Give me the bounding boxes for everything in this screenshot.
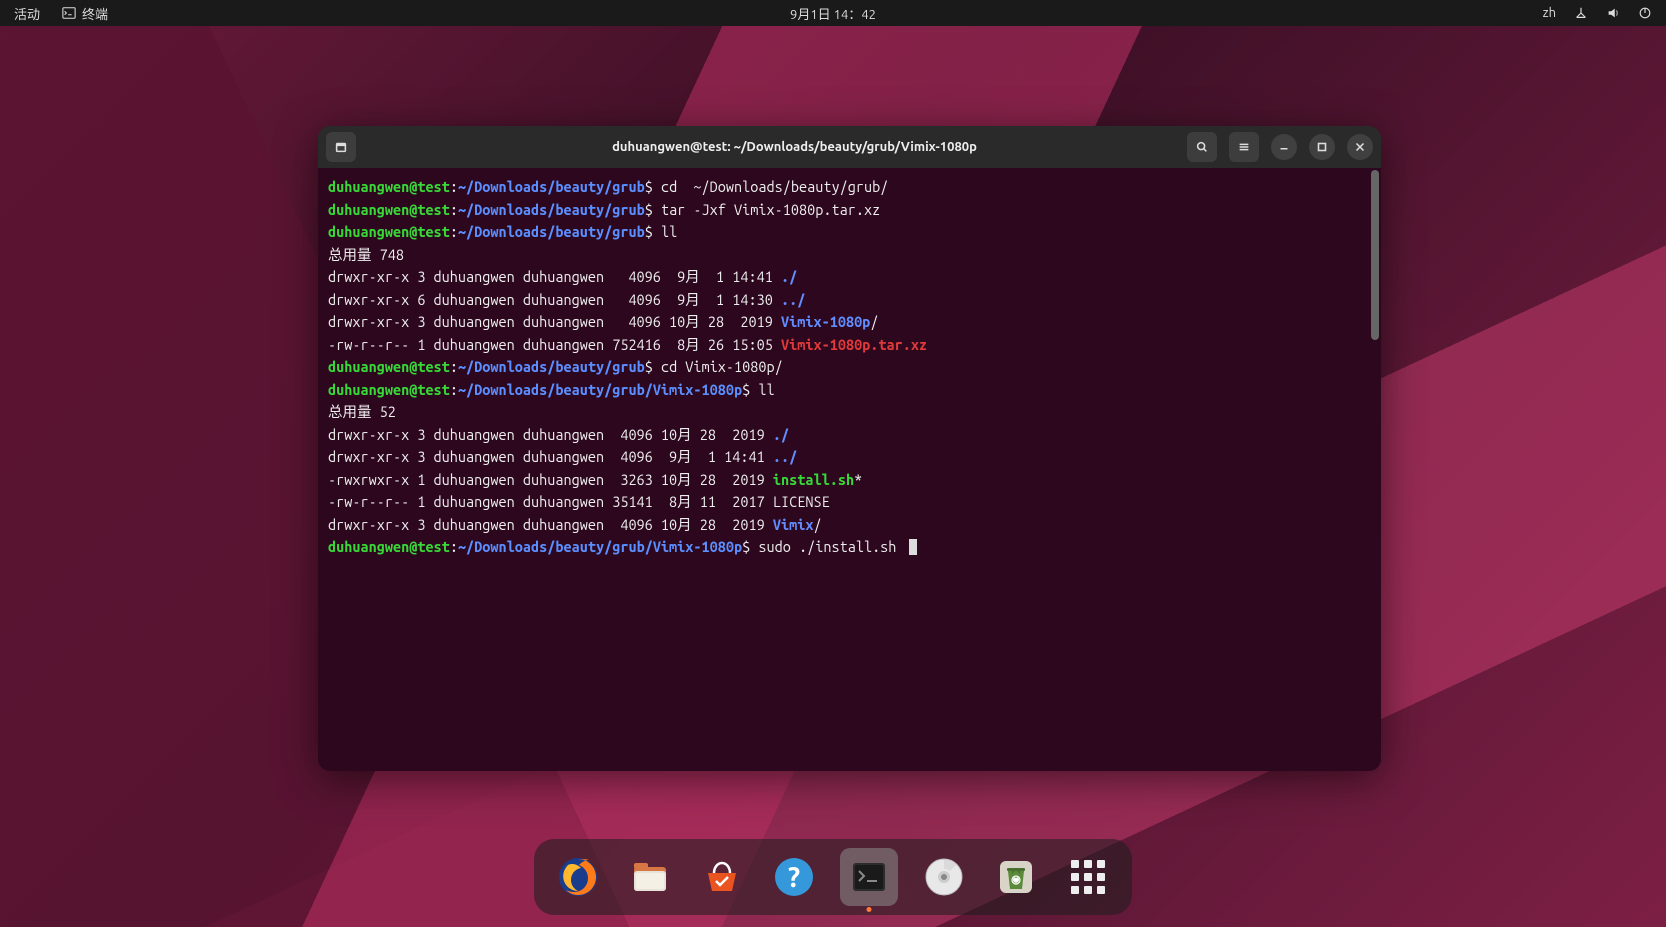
apps-grid-icon [1071, 860, 1105, 894]
maximize-icon [1315, 140, 1329, 154]
help-icon: ? [772, 855, 816, 899]
terminal-scrollbar[interactable] [1371, 170, 1379, 340]
maximize-button[interactable] [1309, 134, 1335, 160]
new-tab-button[interactable] [326, 132, 356, 162]
dock-help[interactable]: ? [768, 851, 820, 903]
clock[interactable]: 9月1日 14：42 [790, 4, 876, 23]
ls-row: drwxr-xr-x 3 duhuangwen duhuangwen 4096 … [328, 311, 1371, 334]
dock-trash[interactable] [990, 851, 1042, 903]
ls-total: 总用量 748 [328, 244, 1371, 267]
menu-button[interactable] [1229, 132, 1259, 162]
current-app-indicator[interactable]: 终端 [62, 4, 108, 23]
current-app-label: 终端 [82, 4, 108, 23]
ls-row: drwxr-xr-x 6 duhuangwen duhuangwen 4096 … [328, 289, 1371, 312]
terminal-content[interactable]: duhuangwen@test:~/Downloads/beauty/grub$… [318, 168, 1381, 771]
dock-files[interactable] [624, 851, 676, 903]
hamburger-icon [1237, 140, 1251, 154]
ls-row: drwxr-xr-x 3 duhuangwen duhuangwen 4096 … [328, 424, 1371, 447]
dock-apps[interactable] [1062, 851, 1114, 903]
svg-text:?: ? [788, 862, 800, 893]
terminal-icon [847, 855, 891, 899]
tab-icon [334, 140, 348, 154]
terminal-app-icon [62, 6, 76, 20]
dock-terminal[interactable] [840, 848, 898, 906]
ls-total: 总用量 52 [328, 401, 1371, 424]
ls-row: -rw-r--r-- 1 duhuangwen duhuangwen 35141… [328, 491, 1371, 514]
minimize-icon [1277, 140, 1291, 154]
ime-indicator[interactable]: zh [1543, 6, 1556, 20]
disc-icon [922, 855, 966, 899]
terminal-cursor [909, 539, 917, 555]
ls-row: drwxr-xr-x 3 duhuangwen duhuangwen 4096 … [328, 266, 1371, 289]
ls-row: drwxr-xr-x 3 duhuangwen duhuangwen 4096 … [328, 446, 1371, 469]
top-panel: 活动 终端 9月1日 14：42 zh [0, 0, 1666, 26]
close-icon [1353, 140, 1367, 154]
ls-row: -rw-r--r-- 1 duhuangwen duhuangwen 75241… [328, 334, 1371, 357]
search-icon [1195, 140, 1209, 154]
minimize-button[interactable] [1271, 134, 1297, 160]
volume-icon[interactable] [1606, 6, 1620, 20]
close-button[interactable] [1347, 134, 1373, 160]
dock-disc[interactable] [918, 851, 970, 903]
software-icon [700, 855, 744, 899]
dock-firefox[interactable] [552, 851, 604, 903]
files-icon [628, 855, 672, 899]
network-icon[interactable] [1574, 6, 1588, 20]
ls-row: -rwxrwxr-x 1 duhuangwen duhuangwen 3263 … [328, 469, 1371, 492]
activities-button[interactable]: 活动 [14, 4, 40, 23]
search-button[interactable] [1187, 132, 1217, 162]
window-titlebar[interactable]: duhuangwen@test: ~/Downloads/beauty/grub… [318, 126, 1381, 168]
ls-row: drwxr-xr-x 3 duhuangwen duhuangwen 4096 … [328, 514, 1371, 537]
trash-icon [994, 855, 1038, 899]
dock: ? [534, 839, 1132, 915]
firefox-icon [556, 855, 600, 899]
dock-software[interactable] [696, 851, 748, 903]
power-icon[interactable] [1638, 6, 1652, 20]
terminal-window: duhuangwen@test: ~/Downloads/beauty/grub… [318, 126, 1381, 771]
window-title: duhuangwen@test: ~/Downloads/beauty/grub… [410, 140, 1179, 154]
